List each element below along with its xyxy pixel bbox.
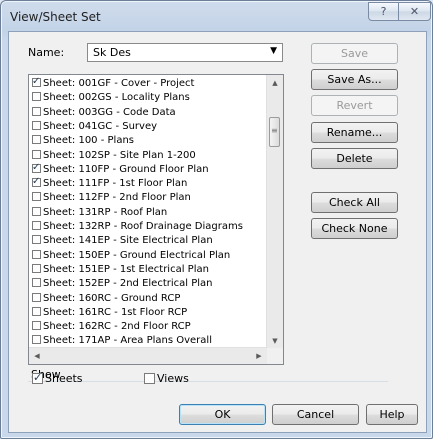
sheet-list-item-label: Sheet: 150EP - Ground Electrical Plan [43,249,231,261]
ok-button[interactable]: OK [179,404,266,425]
delete-button[interactable]: Delete [311,148,398,169]
checkbox-icon[interactable] [32,206,41,216]
checkbox-icon[interactable] [32,75,41,88]
sheet-list-item-label: Sheet: 001GF - Cover - Project [43,78,195,89]
grip-icon: ≡ [271,126,278,135]
checkbox-icon[interactable] [32,149,41,159]
checkbox-icon[interactable] [32,335,41,345]
dialog-title: View/Sheet Set [10,10,101,24]
sheet-list-item-label: Sheet: 111FP - 1st Floor Plan [43,178,188,190]
checkbox-icon[interactable] [32,263,41,273]
checkbox-icon[interactable] [32,306,41,316]
sheet-list-item-label: Sheet: 100 - Plans [43,135,134,147]
help-icon[interactable]: ? [368,2,399,21]
checkbox-icon[interactable] [32,292,41,302]
checkbox-icon[interactable] [32,106,41,116]
checkbox-icon [144,373,155,384]
sheet-list-item[interactable]: Sheet: 131RP - Roof Plan [32,206,270,219]
sheet-list-item-label: Sheet: 041GC - Survey [43,120,158,132]
sheet-list-item-label: Sheet: 160RC - Ground RCP [43,292,181,304]
sheet-list-item-label: Sheet: 003GG - Code Data [43,106,176,118]
checkbox-icon[interactable] [32,135,41,145]
checkbox-icon[interactable] [32,235,41,245]
checkbox-icon[interactable] [32,161,41,174]
sheet-list-item-label: Sheet: 002GS - Locality Plans [43,92,190,104]
sheet-list-item-label: Sheet: 161RC - 1st Floor RCP [43,306,188,318]
show-views-label: Views [157,372,189,385]
sheet-list-item[interactable]: Sheet: 160RC - Ground RCP [32,292,270,305]
name-dropdown-value: Sk Des [93,46,131,59]
sheet-list-item[interactable]: Sheet: 150EP - Ground Electrical Plan [32,249,270,262]
scroll-thumb[interactable]: ≡ [269,117,280,147]
sheet-list-item-label: Sheet: 131RP - Roof Plan [43,206,168,218]
sheet-list-item-label: Sheet: 132RP - Roof Drainage Diagrams [43,221,243,232]
cancel-button[interactable]: Cancel [272,404,359,425]
scroll-left-icon[interactable]: ◀ [29,348,45,364]
sheet-list-item-label: Sheet: 151EP - 1st Electrical Plan [43,263,209,275]
checkbox-icon[interactable] [32,192,41,202]
name-label: Name: [28,46,65,59]
checkbox-icon [32,371,43,384]
show-sheets-label: Sheets [45,372,83,385]
revert-button[interactable]: Revert [311,95,398,116]
rename-button[interactable]: Rename... [311,122,398,143]
sheet-list-item[interactable]: Sheet: 110FP - Ground Floor Plan [32,161,270,176]
checkbox-icon[interactable] [32,175,41,188]
dialog-body: Name: Sk Des ▼ Sheet: 001GF - Cover - Pr… [8,31,427,433]
sheet-list-item[interactable]: Sheet: 001GF - Cover - Project [32,75,270,90]
check-all-button[interactable]: Check All [311,192,398,213]
sheet-list-item-label: Sheet: 141EP - Site Electrical Plan [43,235,213,247]
scroll-down-icon[interactable]: ▼ [267,333,283,349]
checkbox-icon[interactable] [32,221,41,230]
sheet-list-item[interactable]: Sheet: 111FP - 1st Floor Plan [32,175,270,190]
sheet-list-item-label: Sheet: 110FP - Ground Floor Plan [43,163,209,175]
checkbox-icon[interactable] [32,321,41,331]
checkbox-icon[interactable] [32,92,41,102]
view-sheet-set-dialog: View/Sheet Set ? ✕ Name: Sk Des ▼ Sheet:… [0,0,433,439]
sheet-list-item-label: Sheet: 102SP - Site Plan 1-200 [43,149,196,161]
chevron-down-icon: ▼ [270,46,277,56]
show-views-checkbox[interactable]: Views [144,372,189,385]
check-none-button[interactable]: Check None [311,218,398,239]
help-button[interactable]: Help [366,404,418,425]
sheet-list-item-label: Sheet: 112FP - 2nd Floor Plan [43,192,191,204]
scroll-up-icon[interactable]: ▲ [267,75,283,91]
save-as-button[interactable]: Save As... [311,69,398,90]
sheet-list-item[interactable]: Sheet: 141EP - Site Electrical Plan [32,234,270,247]
sheet-list-item[interactable]: Sheet: 100 - Plans [32,134,270,147]
sheet-list-item-label: Sheet: 171AP - Area Plans Overall [43,335,212,347]
sheet-list-item[interactable]: Sheet: 041GC - Survey [32,120,270,133]
checkbox-icon[interactable] [32,278,41,288]
sheet-list-item-label: Sheet: 162RC - 2nd Floor RCP [43,321,191,333]
sheet-list-item[interactable]: Sheet: 132RP - Roof Drainage Diagrams [32,220,270,233]
show-sheets-checkbox[interactable]: Sheets [32,371,83,385]
sheet-list-item-label: Sheet: 152EP - 2nd Electrical Plan [43,278,213,290]
sheet-list-item[interactable]: Sheet: 102SP - Site Plan 1-200 [32,149,270,162]
sheet-list-item[interactable]: Sheet: 171AP - Area Plans Overall [32,334,270,347]
sheet-list-item[interactable]: Sheet: 152EP - 2nd Electrical Plan [32,277,270,290]
sheet-list-item[interactable]: Sheet: 003GG - Code Data [32,106,270,119]
title-bar[interactable]: View/Sheet Set ? ✕ [1,1,432,31]
sheet-list[interactable]: Sheet: 001GF - Cover - Project Sheet: 002… [28,74,284,365]
sheet-list-item[interactable]: Sheet: 151EP - 1st Electrical Plan [32,263,270,276]
sheet-list-item[interactable]: Sheet: 161RC - 1st Floor RCP [32,306,270,319]
scroll-right-icon[interactable]: ▶ [251,348,267,364]
vertical-scrollbar[interactable]: ▲ ≡ ▼ [266,75,283,349]
checkbox-icon[interactable] [32,120,41,130]
sheet-list-item[interactable]: Sheet: 162RC - 2nd Floor RCP [32,320,270,333]
horizontal-scrollbar[interactable]: ◀ ▶ [29,347,267,364]
checkbox-icon[interactable] [32,249,41,259]
name-dropdown[interactable]: Sk Des ▼ [87,43,283,62]
scroll-corner [267,348,283,364]
sheet-list-item[interactable]: Sheet: 112FP - 2nd Floor Plan [32,191,270,204]
save-button[interactable]: Save [311,43,398,64]
close-icon[interactable]: ✕ [398,2,431,21]
sheet-list-item[interactable]: Sheet: 002GS - Locality Plans [32,91,270,104]
